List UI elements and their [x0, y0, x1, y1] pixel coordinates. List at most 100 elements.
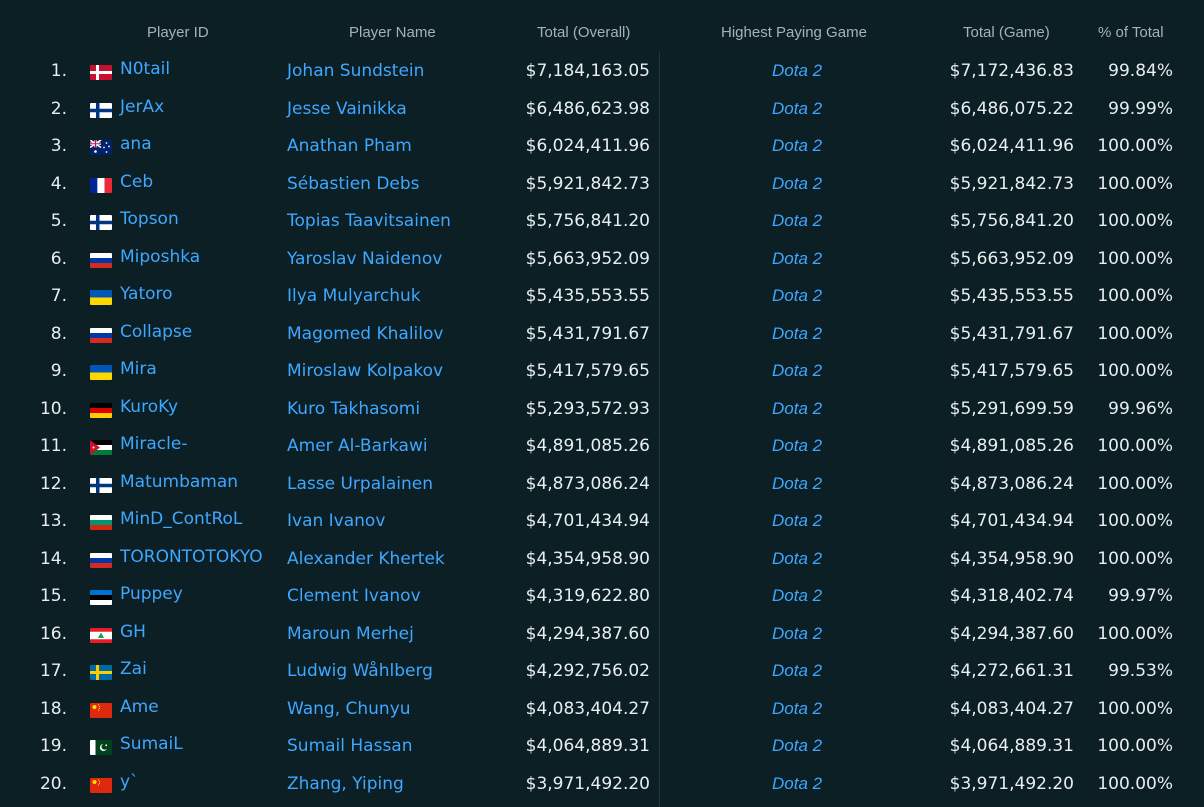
table-row: 5. Topson Topias Taavitsainen $5,756,841.20…: [0, 202, 1204, 240]
total-overall: $5,663,952.09: [525, 248, 650, 269]
highest-paying-game-link[interactable]: Dota 2: [772, 135, 822, 157]
player-name-link[interactable]: Maroun Merhej: [287, 623, 414, 645]
total-overall: $3,971,492.20: [525, 773, 650, 794]
russia-flag-icon: [90, 552, 112, 568]
table-row: 15. Puppey Clement Ivanov $4,319,622.80 Dota…: [0, 577, 1204, 615]
player-name-link[interactable]: Ludwig Wåhlberg: [287, 660, 433, 682]
header-player-name[interactable]: Player Name: [349, 24, 436, 41]
highest-paying-game-link[interactable]: Dota 2: [772, 510, 822, 532]
total-game: $4,701,434.94: [949, 511, 1074, 531]
player-id-link[interactable]: Yatoro: [120, 283, 173, 305]
table-row: 6. Miposhka Yaroslav Naidenov $5,663,952.09…: [0, 240, 1204, 278]
highest-paying-game-link[interactable]: Dota 2: [772, 548, 822, 570]
player-name-link[interactable]: Sébastien Debs: [287, 173, 420, 195]
table-row: 13. MinD_ContRoL Ivan Ivanov $4,701,434.94 D…: [0, 502, 1204, 540]
player-id-link[interactable]: Puppey: [120, 583, 183, 605]
total-overall: $4,064,889.31: [525, 736, 650, 756]
total-overall: $4,354,958.90: [525, 548, 650, 569]
player-name-link[interactable]: Ivan Ivanov: [287, 510, 385, 532]
player-name-link[interactable]: Zhang, Yiping: [287, 773, 404, 795]
highest-paying-game-link[interactable]: Dota 2: [772, 435, 822, 457]
player-name-link[interactable]: Amer Al-Barkawi: [287, 435, 428, 457]
earnings-table: 1. N0tail Johan Sundstein $7,184,163.05 Dota…: [0, 52, 1204, 802]
table-row: 19. SumaiL Sumail Hassan $4,064,889.31 Dota …: [0, 727, 1204, 765]
total-overall: $7,184,163.05: [525, 61, 650, 81]
rank: 11.: [39, 436, 67, 456]
rank: 2.: [50, 98, 67, 119]
player-name-link[interactable]: Sumail Hassan: [287, 735, 413, 757]
highest-paying-game-link[interactable]: Dota 2: [772, 98, 822, 120]
player-name-link[interactable]: Miroslaw Kolpakov: [287, 360, 443, 382]
player-id-link[interactable]: JerAx: [120, 96, 164, 118]
header-highest-paying-game[interactable]: Highest Paying Game: [721, 24, 867, 41]
highest-paying-game-link[interactable]: Dota 2: [772, 173, 822, 195]
player-id-link[interactable]: ana: [120, 133, 152, 155]
highest-paying-game-link[interactable]: Dota 2: [772, 248, 822, 270]
player-name-link[interactable]: Lasse Urpalainen: [287, 473, 433, 495]
highest-paying-game-link[interactable]: Dota 2: [772, 323, 822, 345]
player-id-link[interactable]: Ame: [120, 696, 159, 718]
germany-flag-icon: [90, 402, 112, 418]
france-flag-icon: [90, 177, 112, 193]
highest-paying-game-link[interactable]: Dota 2: [772, 660, 822, 682]
header-total-game[interactable]: Total (Game): [963, 24, 1050, 41]
china-flag-icon: [90, 777, 112, 793]
percent-of-total: 100.00%: [1097, 698, 1173, 719]
highest-paying-game-link[interactable]: Dota 2: [772, 473, 822, 495]
total-game: $3,971,492.20: [949, 773, 1074, 794]
table-row: 3. ana Anathan Pham $6,024,411.96 Dota 2 $6,0…: [0, 127, 1204, 165]
player-id-link[interactable]: Miracle-: [120, 433, 187, 455]
player-id-link[interactable]: y`: [120, 771, 139, 793]
rank: 5.: [50, 211, 67, 231]
highest-paying-game-link[interactable]: Dota 2: [772, 735, 822, 757]
player-name-link[interactable]: Wang, Chunyu: [287, 698, 411, 720]
rank: 1.: [50, 61, 67, 81]
highest-paying-game-link[interactable]: Dota 2: [772, 623, 822, 645]
player-id-link[interactable]: GH: [120, 621, 146, 643]
player-id-link[interactable]: SumaiL: [120, 733, 183, 755]
player-id-link[interactable]: Matumbaman: [120, 471, 238, 493]
player-name-link[interactable]: Topias Taavitsainen: [287, 210, 451, 232]
player-id-link[interactable]: Topson: [120, 208, 179, 230]
player-id-link[interactable]: MinD_ContRoL: [120, 508, 242, 530]
percent-of-total: 100.00%: [1097, 736, 1173, 756]
highest-paying-game-link[interactable]: Dota 2: [772, 210, 822, 232]
total-game: $5,921,842.73: [949, 173, 1074, 194]
highest-paying-game-link[interactable]: Dota 2: [772, 585, 822, 607]
player-id-link[interactable]: Miposhka: [120, 246, 200, 268]
highest-paying-game-link[interactable]: Dota 2: [772, 773, 822, 795]
highest-paying-game-link[interactable]: Dota 2: [772, 285, 822, 307]
player-name-link[interactable]: Alexander Khertek: [287, 548, 445, 570]
total-overall: $4,873,086.24: [525, 473, 650, 494]
total-game: $4,891,085.26: [949, 436, 1074, 456]
table-row: 12. Matumbaman Lasse Urpalainen $4,873,086.…: [0, 465, 1204, 503]
total-game: $5,435,553.55: [949, 286, 1074, 306]
player-id-link[interactable]: Collapse: [120, 321, 192, 343]
player-id-link[interactable]: Ceb: [120, 171, 153, 193]
player-name-link[interactable]: Jesse Vainikka: [287, 98, 407, 120]
player-name-link[interactable]: Johan Sundstein: [287, 60, 424, 82]
player-name-link[interactable]: Magomed Khalilov: [287, 323, 443, 345]
highest-paying-game-link[interactable]: Dota 2: [772, 698, 822, 720]
player-id-link[interactable]: Mira: [120, 358, 157, 380]
player-id-link[interactable]: N0tail: [120, 58, 170, 80]
player-name-link[interactable]: Kuro Takhasomi: [287, 398, 420, 420]
ukraine-flag-icon: [90, 290, 112, 305]
player-id-link[interactable]: KuroKy: [120, 396, 178, 418]
player-name-link[interactable]: Yaroslav Naidenov: [287, 248, 442, 270]
header-total-overall[interactable]: Total (Overall): [537, 24, 630, 41]
highest-paying-game-link[interactable]: Dota 2: [772, 60, 822, 82]
total-game: $7,172,436.83: [949, 61, 1074, 81]
total-overall: $4,319,622.80: [525, 586, 650, 606]
player-id-link[interactable]: Zai: [120, 658, 147, 680]
rank: 10.: [39, 398, 67, 419]
highest-paying-game-link[interactable]: Dota 2: [772, 398, 822, 420]
total-game: $4,354,958.90: [949, 548, 1074, 569]
header-player-id[interactable]: Player ID: [147, 24, 209, 41]
player-name-link[interactable]: Ilya Mulyarchuk: [287, 285, 421, 307]
highest-paying-game-link[interactable]: Dota 2: [772, 360, 822, 382]
header-percent-of-total[interactable]: % of Total: [1098, 24, 1164, 41]
player-name-link[interactable]: Anathan Pham: [287, 135, 412, 157]
player-id-link[interactable]: TORONTOTOKYO: [120, 546, 263, 568]
player-name-link[interactable]: Clement Ivanov: [287, 585, 421, 607]
